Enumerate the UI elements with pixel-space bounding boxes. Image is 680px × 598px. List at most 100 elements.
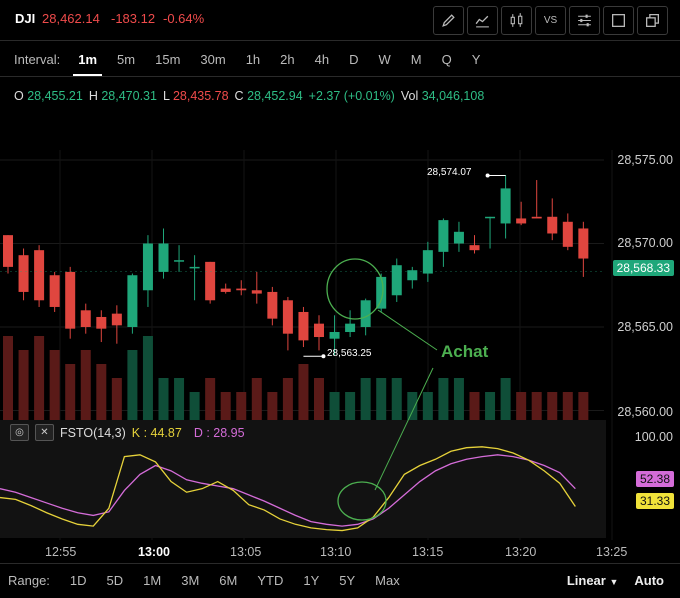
candle-body <box>298 311 309 341</box>
time-axis-label: 13:15 <box>412 545 444 559</box>
range-3m[interactable]: 3M <box>171 573 209 588</box>
price-chart[interactable] <box>0 0 680 598</box>
candle-body <box>80 310 91 327</box>
candle-body <box>485 216 496 219</box>
candle-body <box>422 250 433 274</box>
indicator-k-tag: 31.33 <box>635 493 674 509</box>
candle-body <box>3 235 13 267</box>
time-axis-label: 13:20 <box>505 545 537 559</box>
volume-bar <box>376 378 387 420</box>
range-5d[interactable]: 5D <box>97 573 134 588</box>
volume-bar <box>314 378 324 420</box>
indicator-settings-button[interactable]: ◎ <box>10 424 29 441</box>
candle-body <box>220 288 231 292</box>
volume-bar <box>220 392 231 420</box>
time-axis-label: 13:25 <box>596 545 628 559</box>
volume-bar <box>562 392 573 420</box>
high-marker-label: 28,574.07 <box>427 167 472 178</box>
indicator-axis-label: 100.00 <box>634 430 673 444</box>
candle-body <box>578 228 589 259</box>
volume-bar <box>282 378 293 420</box>
settings-icon: ◎ <box>15 427 24 438</box>
indicator-name: FSTO(14,3) <box>60 425 126 440</box>
volume-bar <box>407 392 418 420</box>
candle-body <box>329 332 340 339</box>
chevron-down-icon: ▼ <box>609 576 619 587</box>
candle-body <box>516 218 527 224</box>
volume-bar <box>142 336 153 420</box>
volume-bar <box>18 350 29 420</box>
candle-body <box>267 291 278 319</box>
candle-body <box>345 323 356 333</box>
candle-body <box>34 250 45 301</box>
candle-body <box>469 245 480 251</box>
volume-bar <box>422 392 433 420</box>
candle-body <box>158 243 169 272</box>
volume-bar <box>500 378 511 420</box>
volume-bar <box>49 350 60 420</box>
volume-bar <box>516 392 527 420</box>
volume-bar <box>96 364 107 420</box>
volume-bar <box>469 392 480 420</box>
candle-body <box>438 220 449 252</box>
range-ytd[interactable]: YTD <box>247 573 293 588</box>
high-marker-dot <box>485 173 490 178</box>
time-axis-label: 13:05 <box>230 545 262 559</box>
indicator-remove-button[interactable]: ✕ <box>35 424 54 441</box>
candle-body <box>500 188 511 224</box>
range-1d[interactable]: 1D <box>60 573 97 588</box>
current-price-tag: 28,568.33 <box>612 260 674 276</box>
volume-bar <box>485 392 496 420</box>
candle-body <box>174 260 185 262</box>
candle-body <box>96 316 107 329</box>
volume-bar <box>438 378 449 420</box>
range-5y[interactable]: 5Y <box>329 573 365 588</box>
volume-bar <box>345 392 356 420</box>
range-1m[interactable]: 1M <box>133 573 171 588</box>
candle-body <box>127 275 138 327</box>
volume-bar <box>174 378 185 420</box>
volume-bar <box>267 392 278 420</box>
range-1y[interactable]: 1Y <box>293 573 329 588</box>
price-axis-label: 28,560.00 <box>617 405 673 419</box>
candle-body <box>391 265 402 296</box>
volume-bar <box>127 350 138 420</box>
indicator-d-value: D : 28.95 <box>193 425 245 440</box>
candle-body <box>49 275 60 307</box>
volume-bar <box>3 336 13 420</box>
volume-bar <box>65 364 76 420</box>
volume-bar <box>34 336 45 420</box>
volume-bar <box>547 392 558 420</box>
volume-bar <box>298 364 309 420</box>
price-axis-label: 28,570.00 <box>617 236 673 250</box>
candle-body <box>453 231 464 244</box>
price-axis-label: 28,575.00 <box>617 153 673 167</box>
candle-body <box>314 323 324 338</box>
low-marker-label: 28,563.25 <box>327 348 372 359</box>
divider <box>0 563 680 564</box>
volume-bar <box>158 378 169 420</box>
volume-bar <box>531 392 542 420</box>
volume-bar <box>236 392 247 420</box>
time-axis-label: 13:10 <box>320 545 352 559</box>
candle-body <box>360 300 371 327</box>
candle-body <box>251 290 262 294</box>
candle-body <box>18 255 29 292</box>
indicator-k-value: K : 44.87 <box>131 425 182 440</box>
candle-body <box>189 266 200 269</box>
volume-bar <box>360 378 371 420</box>
range-label: Range: <box>8 572 50 588</box>
auto-scale-button[interactable]: Auto <box>634 573 664 588</box>
volume-bar <box>391 378 402 420</box>
indicator-d-tag: 52.38 <box>635 471 674 487</box>
time-axis-label: 12:55 <box>45 545 77 559</box>
range-max[interactable]: Max <box>365 573 410 588</box>
volume-bar <box>453 378 464 420</box>
candle-body <box>376 276 387 309</box>
low-marker-dot <box>321 354 326 359</box>
range-6m[interactable]: 6M <box>209 573 247 588</box>
candle-body <box>65 271 76 329</box>
candle-body <box>205 261 216 301</box>
scale-select[interactable]: Linear ▼ <box>567 573 619 588</box>
annotation-note: Achat <box>441 342 489 361</box>
